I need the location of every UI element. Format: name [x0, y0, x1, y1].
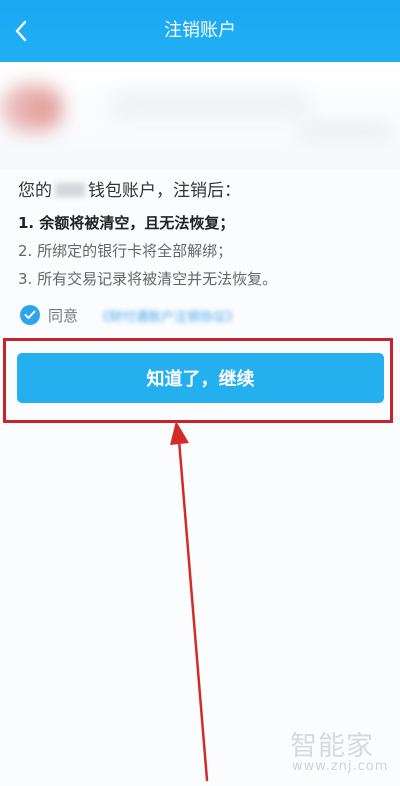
- watermark-logo-text: 智能家: [290, 731, 374, 762]
- watermark-url: www.znj.com: [292, 759, 389, 774]
- annotation-arrow: [170, 421, 209, 782]
